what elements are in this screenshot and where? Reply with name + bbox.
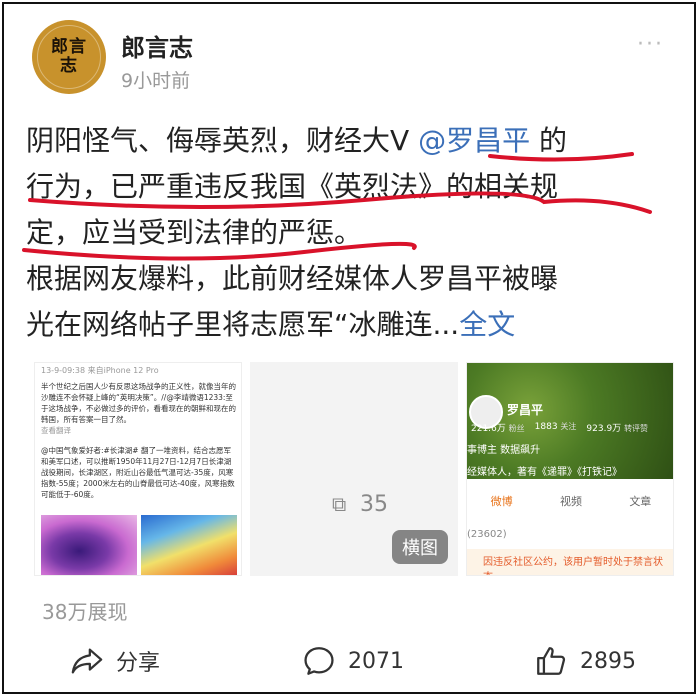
image-1-header: 13-9-09:38 来自iPhone 12 Pro xyxy=(41,366,159,375)
comment-count: 2071 xyxy=(348,648,404,674)
more-options-icon[interactable]: ··· xyxy=(637,32,664,57)
text-segment: 光在网络帖子里将志愿军“冰雕连... xyxy=(26,308,460,341)
profile-tabs: 微博 视频 文章 xyxy=(467,493,673,509)
profile-desc-1: 事博主 数据飙升 xyxy=(467,445,541,456)
image-1-text-2: @中国气象爱好者:#长津湖# 翻了一堆资料，结合志愿军和美军口述，可以推断195… xyxy=(41,446,235,499)
stat-following: 1883 关注 xyxy=(535,421,577,434)
ban-warning: 因违反社区公约，该用户暂时处于禁言状态 xyxy=(467,549,673,575)
post-line-5: 光在网络帖子里将志愿军“冰雕连...全文 xyxy=(26,302,676,348)
mention-link[interactable]: @罗昌平 xyxy=(418,124,530,157)
external-link-icon: ⧉ xyxy=(332,492,347,516)
stat-reposts: 923.9万 转评赞 xyxy=(586,421,648,434)
post-time: 9小时前 xyxy=(121,70,191,92)
like-count: 2895 xyxy=(580,648,636,674)
image-thumbnail-2[interactable]: ⧉ 35 横图 xyxy=(250,362,458,576)
author-name[interactable]: 郎言志 xyxy=(121,28,193,63)
stat-followers: 221.6万 粉丝 xyxy=(471,421,525,434)
following-label: 关注 xyxy=(560,422,577,431)
weather-map-2 xyxy=(141,515,237,575)
share-label: 分享 xyxy=(116,651,161,676)
reposts-count: 923.9万 xyxy=(586,424,622,434)
post-body: 阴阳怪气、侮辱英烈，财经大V @罗昌平 的 行为，已严重违反我国《英烈法》的相关… xyxy=(26,118,676,348)
weather-map-1 xyxy=(41,515,137,575)
thumbs-up-icon xyxy=(537,647,566,675)
post-line-1: 阴阳怪气、侮辱英烈，财经大V @罗昌平 的 xyxy=(26,118,676,164)
avatar[interactable]: 郎言志 xyxy=(32,20,106,94)
share-button[interactable]: 分享 xyxy=(70,644,160,678)
image-1-translate: 查看翻译 xyxy=(41,426,71,435)
share-icon xyxy=(71,648,103,674)
profile-stats: 221.6万 粉丝 1883 关注 923.9万 转评赞 xyxy=(471,421,673,434)
post-count: (23602) xyxy=(467,529,507,540)
avatar-ring xyxy=(37,25,101,89)
post-line-3: 定，应当受到法律的严惩。 xyxy=(26,216,363,249)
text-segment: 的 xyxy=(530,124,567,157)
followers-count: 221.6万 xyxy=(471,424,506,434)
view-count: 38万展现 xyxy=(42,600,128,624)
image-thumbnail-3[interactable]: 罗昌平 221.6万 粉丝 1883 关注 923.9万 转评赞 事博主 数据飙… xyxy=(466,362,674,576)
landscape-badge: 横图 xyxy=(392,530,448,564)
image-thumbnail-1[interactable]: 13-9-09:38 来自iPhone 12 Pro 半个世纪之后国人少有反思这… xyxy=(34,362,242,576)
reposts-label: 转评赞 xyxy=(624,424,649,433)
full-text-link[interactable]: 全文 xyxy=(459,308,515,341)
tab-video: 视频 xyxy=(559,495,582,508)
post-header: 郎言志 郎言志 9小时前 ··· xyxy=(32,20,672,100)
text-segment: 阴阳怪气、侮辱英烈，财经大V xyxy=(26,124,419,157)
following-count: 1883 xyxy=(534,422,558,432)
profile-name: 罗昌平 xyxy=(507,403,544,417)
like-button[interactable]: 2895 xyxy=(534,644,636,678)
comment-icon xyxy=(304,647,334,675)
tab-weibo: 微博 xyxy=(490,495,513,508)
weibo-post-card: 郎言志 郎言志 9小时前 ··· 阴阳怪气、侮辱英烈，财经大V @罗昌平 的 行… xyxy=(2,2,696,694)
image-1-text-1: 半个世纪之后国人少有反思这场战争的正义性，就像当年的沙雕连不会怀疑上峰的“英明决… xyxy=(41,382,236,424)
comment-button[interactable]: 2071 xyxy=(302,644,404,678)
image-count: 35 xyxy=(360,492,388,517)
action-bar: 分享 2071 2895 xyxy=(4,644,694,684)
image-grid: 13-9-09:38 来自iPhone 12 Pro 半个世纪之后国人少有反思这… xyxy=(34,362,674,576)
post-line-4: 根据网友爆料，此前财经媒体人罗昌平被曝 xyxy=(26,262,559,295)
post-line-2: 行为，已严重违反我国《英烈法》的相关规 xyxy=(26,170,559,203)
profile-desc-2: 经媒体人，著有《递罪》《打铁记》 xyxy=(467,467,622,478)
tab-article: 文章 xyxy=(629,495,652,508)
followers-label: 粉丝 xyxy=(508,424,525,433)
